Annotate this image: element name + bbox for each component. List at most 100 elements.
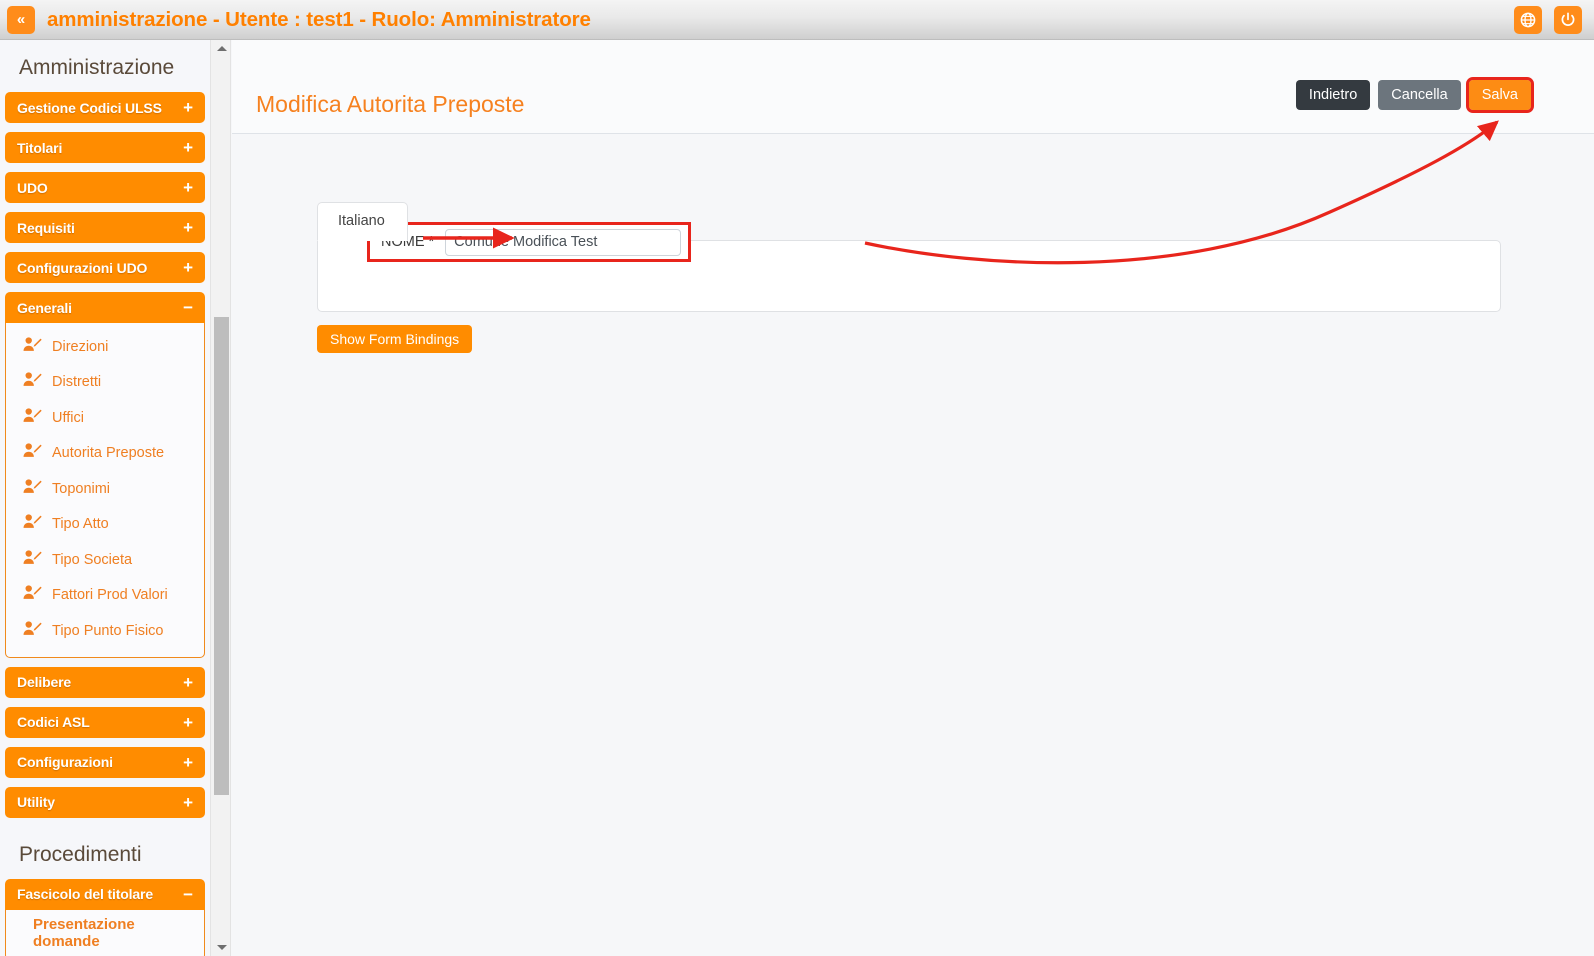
triangle-down-icon[interactable] (211, 939, 232, 956)
sidebar-section-label: Requisiti (17, 220, 75, 236)
sidebar-item-label: Toponimi (52, 481, 110, 497)
user-edit-icon (23, 549, 42, 571)
plus-icon: + (183, 714, 193, 731)
sidebar-item-label: Tipo Societa (52, 552, 132, 568)
sidebar-item-fattori-prod-valori[interactable]: Fattori Prod Valori (6, 578, 204, 614)
scrollbar-thumb[interactable] (214, 317, 229, 795)
sidebar-section-codici-asl[interactable]: Codici ASL + (5, 707, 205, 738)
form-panel: NOME * (317, 240, 1501, 312)
user-edit-glyph (23, 584, 42, 601)
plus-icon: + (183, 99, 193, 116)
sidebar-content: AmministrazioneGestione Codici ULSS+Tito… (0, 40, 210, 956)
main-content: Modifica Autorita Preposte Indietro Canc… (232, 40, 1594, 956)
sidebar-section-label: Codici ASL (17, 714, 90, 730)
sidebar-section-label: Gestione Codici ULSS (17, 100, 162, 116)
user-edit-icon (23, 513, 42, 535)
sidebar-section-label: Titolari (17, 140, 62, 156)
sidebar-item-uffici[interactable]: Uffici (6, 400, 204, 436)
sidebar-group-title: Amministrazione (0, 40, 210, 92)
app-header: « amministrazione - Utente : test1 - Ruo… (0, 0, 1594, 40)
sidebar-item-tipo-punto-fisico[interactable]: Tipo Punto Fisico (6, 613, 204, 649)
sidebar-section-delibere[interactable]: Delibere + (5, 667, 205, 698)
globe-glyph (1520, 12, 1536, 28)
plus-icon: + (183, 754, 193, 771)
sidebar-section-udo[interactable]: UDO + (5, 172, 205, 203)
sidebar-section-label: Delibere (17, 674, 71, 690)
sidebar-section-label: Configurazioni UDO (17, 260, 147, 276)
cancel-button[interactable]: Cancella (1378, 80, 1460, 110)
sidebar-item-autorita-preposte[interactable]: Autorita Preposte (6, 436, 204, 472)
sidebar-section-generali[interactable]: Generali − (5, 292, 205, 323)
sidebar-section-configurazioni[interactable]: Configurazioni + (5, 747, 205, 778)
plus-icon: + (183, 219, 193, 236)
user-edit-icon (23, 584, 42, 606)
sidebar-item-tipo-societa[interactable]: Tipo Societa (6, 542, 204, 578)
plus-icon: + (183, 139, 193, 156)
sidebar-item-label: Tipo Punto Fisico (52, 623, 163, 639)
sidebar-item-label: Distretti (52, 374, 101, 390)
sidebar-section-titolari[interactable]: Titolari + (5, 132, 205, 163)
sidebar-group-title: Procedimenti (0, 827, 210, 879)
nome-input[interactable] (445, 229, 681, 256)
sidebar-submenu: Presentazione domande (5, 910, 205, 956)
power-icon[interactable] (1554, 6, 1582, 34)
page-action-buttons: Indietro Cancella Salva (1296, 80, 1531, 110)
page-title: Modifica Autorita Preposte (256, 91, 524, 118)
page-header: Modifica Autorita Preposte Indietro Canc… (232, 40, 1594, 134)
sidebar-section-label: Utility (17, 794, 55, 810)
user-edit-glyph (23, 336, 42, 353)
tab-italiano[interactable]: Italiano (317, 202, 408, 241)
sidebar-section-configurazioni-udo[interactable]: Configurazioni UDO + (5, 252, 205, 283)
globe-icon[interactable] (1514, 6, 1542, 34)
sidebar-item-label: Tipo Atto (52, 516, 109, 532)
back-button[interactable]: Indietro (1296, 80, 1370, 110)
sidebar-section-requisiti[interactable]: Requisiti + (5, 212, 205, 243)
form-card: Italiano NOME * (317, 202, 1501, 312)
plus-icon: + (183, 794, 193, 811)
plus-icon: + (183, 179, 193, 196)
user-edit-glyph (23, 513, 42, 530)
sidebar-collapse-icon[interactable]: « (7, 6, 35, 34)
user-edit-glyph (23, 620, 42, 637)
sidebar-scrollbar[interactable] (210, 40, 231, 956)
triangle-up-icon[interactable] (211, 40, 232, 57)
sidebar-section-gestione-codici-ulss[interactable]: Gestione Codici ULSS + (5, 92, 205, 123)
plus-icon: + (183, 259, 193, 276)
user-edit-icon (23, 371, 42, 393)
user-edit-glyph (23, 442, 42, 459)
sidebar-item-direzioni[interactable]: Direzioni (6, 329, 204, 365)
sidebar-section-utility[interactable]: Utility + (5, 787, 205, 818)
sidebar-item-label: Direzioni (52, 339, 108, 355)
power-glyph (1560, 12, 1576, 28)
minus-icon: − (183, 886, 193, 903)
sidebar-item-toponimi[interactable]: Toponimi (6, 471, 204, 507)
user-edit-icon (23, 407, 42, 429)
sidebar-submenu: Direzioni Distretti Uffici Autorita Prepost… (5, 323, 205, 658)
sidebar-section-fascicolo-del-titolare[interactable]: Fascicolo del titolare − (5, 879, 205, 910)
sidebar-item-tipo-atto[interactable]: Tipo Atto (6, 507, 204, 543)
user-edit-glyph (23, 549, 42, 566)
sidebar: AmministrazioneGestione Codici ULSS+Tito… (0, 40, 210, 956)
sidebar-item-label: Uffici (52, 410, 84, 426)
user-edit-icon (23, 620, 42, 642)
sidebar-item-distretti[interactable]: Distretti (6, 365, 204, 401)
sidebar-section-label: UDO (17, 180, 48, 196)
minus-icon: − (183, 299, 193, 316)
sidebar-item-label: Presentazione domande (33, 916, 204, 950)
user-edit-glyph (23, 478, 42, 495)
plus-icon: + (183, 674, 193, 691)
sidebar-item-label: Fattori Prod Valori (52, 587, 168, 603)
nome-field-group: NOME * (367, 222, 691, 262)
app-title: amministrazione - Utente : test1 - Ruolo… (47, 8, 591, 32)
sidebar-section-label: Generali (17, 300, 72, 316)
user-edit-glyph (23, 371, 42, 388)
save-button[interactable]: Salva (1469, 80, 1531, 110)
user-edit-glyph (23, 407, 42, 424)
sidebar-section-label: Fascicolo del titolare (17, 886, 153, 902)
sidebar-item-label: Autorita Preposte (52, 445, 164, 461)
show-form-bindings-button[interactable]: Show Form Bindings (317, 325, 472, 353)
sidebar-item-presentazione-domande[interactable]: Presentazione domande (6, 916, 204, 952)
user-edit-icon (23, 442, 42, 464)
user-edit-icon (23, 336, 42, 358)
sidebar-section-label: Configurazioni (17, 754, 113, 770)
